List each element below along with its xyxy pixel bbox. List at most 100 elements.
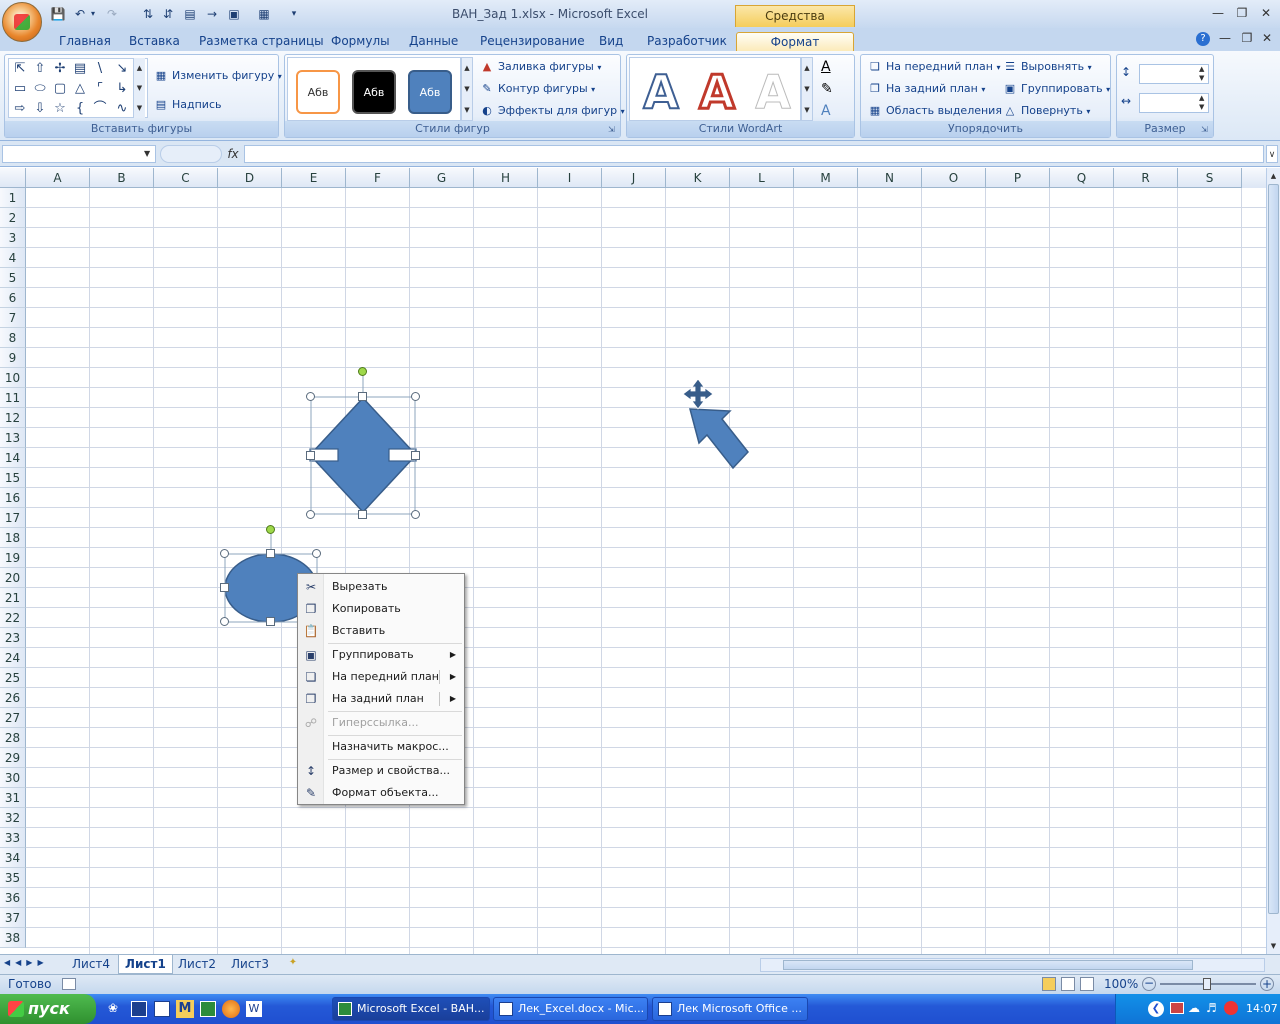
undo-icon[interactable]: ↶ [72, 6, 88, 22]
shape-effects-button[interactable]: ◐ Эффекты для фигур ▾ [479, 104, 624, 118]
clock[interactable]: 14:07 [1246, 1002, 1278, 1015]
diamond-handle-t[interactable] [358, 392, 367, 401]
horizontal-scrollbar[interactable] [760, 958, 1265, 972]
shape-styles-launcher-icon[interactable]: ⇲ [608, 125, 618, 135]
group-icon[interactable]: ▣ [226, 6, 242, 22]
menu-item-format-object[interactable]: ✎ Формат объекта... [298, 782, 464, 804]
shapes-gallery[interactable]: ⇱ ⇧ ✢ ▤ \ ↘ ▭ ⬭ ▢ △ ⌜ ↳ ⇨ ⇩ ☆ { ⌒ ∿ [8, 58, 148, 118]
height-spinner[interactable]: ▲ ▼ [1199, 65, 1204, 83]
tray-expand-icon[interactable]: ❮ [1148, 1001, 1164, 1017]
page-break-view-icon[interactable] [1080, 977, 1094, 991]
diamond-handle-r[interactable] [411, 451, 420, 460]
quicklaunch-butterfly-icon[interactable]: ❀ [108, 1001, 124, 1017]
sheet-tab-list1[interactable]: Лист1 [118, 955, 173, 974]
select-shape-icon[interactable]: ⇱ [11, 61, 29, 77]
sheet-nav-icons[interactable]: ◀◀▶▶ [4, 958, 49, 967]
restore-icon[interactable]: ❐ [1233, 5, 1251, 21]
doc-minimize-icon[interactable]: — [1216, 30, 1234, 46]
insert-function-button[interactable]: fx [222, 145, 244, 163]
diamond-handle-l[interactable] [306, 451, 315, 460]
ungroup-icon[interactable]: ▦ [256, 6, 272, 22]
tab-view[interactable]: Вид [595, 32, 627, 52]
close-icon[interactable]: ✕ [1257, 5, 1275, 21]
freeform-shape-icon[interactable]: ∿ [113, 101, 131, 117]
help-icon[interactable]: ? [1196, 32, 1210, 46]
taskbar-word2-button[interactable]: Лек Microsoft Office ... [652, 997, 808, 1021]
triangle-shape-icon[interactable]: △ [71, 81, 89, 97]
shape-outline-button[interactable]: ✎ Контур фигуры ▾ [479, 82, 595, 96]
wordart-style-2[interactable]: A [692, 65, 742, 120]
text-outline-icon[interactable]: ✎ [821, 81, 833, 97]
rotate-button[interactable]: △ Повернуть ▾ [1002, 104, 1091, 118]
tray-flag-icon[interactable] [1170, 1002, 1184, 1014]
formula-input[interactable] [244, 145, 1264, 163]
shape-style-blue[interactable]: Абв [408, 70, 452, 114]
zoom-level[interactable]: 100% [1104, 977, 1138, 991]
menu-item-size-properties[interactable]: ↕ Размер и свойства... [298, 760, 464, 782]
arrow-icon[interactable]: → [204, 6, 220, 22]
scroll-up-icon[interactable]: ▲ [1268, 170, 1279, 182]
quicklaunch-firefox-icon[interactable] [222, 1000, 240, 1018]
tab-developer[interactable]: Разработчик [643, 32, 731, 52]
vertical-scrollbar[interactable]: ▲ ▼ [1266, 168, 1280, 954]
textbox-button[interactable]: ▤ Надпись [153, 98, 222, 112]
zoom-slider-thumb[interactable] [1203, 978, 1211, 990]
sort-asc-icon[interactable]: ⇅ [140, 6, 156, 22]
text-effects-icon[interactable]: A [821, 103, 831, 119]
textbox-shape-icon[interactable]: ▤ [71, 61, 89, 77]
tab-review[interactable]: Рецензирование [476, 32, 589, 52]
down-arrow-shape-icon[interactable]: ⇩ [31, 101, 49, 117]
shape-style-black[interactable]: Абв [352, 70, 396, 114]
macro-record-icon[interactable] [62, 978, 76, 990]
menu-item-bring-front[interactable]: ❏ На передний план ▶ [298, 666, 464, 688]
quicklaunch-desktop-icon[interactable] [131, 1001, 147, 1017]
menu-item-send-back[interactable]: ❐ На задний план ▶ [298, 688, 464, 710]
diamond-shape[interactable] [308, 396, 418, 514]
wordart-scroll[interactable]: ▲ ▼ ▼ [801, 57, 813, 121]
selection-pane-button[interactable]: ▦ Область выделения [867, 104, 1002, 118]
diamond-handle-b[interactable] [358, 510, 367, 519]
form-icon[interactable]: ▤ [182, 6, 198, 22]
wordart-gallery[interactable]: A A A [629, 57, 801, 121]
tray-network-icon[interactable]: ☁ [1188, 1001, 1200, 1015]
save-icon[interactable]: 💾 [50, 6, 66, 22]
oval-shape-icon[interactable]: ⬭ [31, 81, 49, 97]
send-back-button[interactable]: ❐ На задний план ▾ [867, 82, 985, 96]
name-box[interactable] [2, 145, 156, 163]
ellipse-handle-tl[interactable] [220, 549, 229, 558]
name-box-dropdown-icon[interactable]: ▼ [144, 149, 150, 158]
menu-item-paste[interactable]: 📋 Вставить [298, 620, 464, 642]
diamond-rotate-handle[interactable] [358, 367, 367, 376]
sort-desc-icon[interactable]: ⇵ [160, 6, 176, 22]
ellipse-handle-b[interactable] [266, 617, 275, 626]
tab-data[interactable]: Данные [405, 32, 462, 52]
diamond-handle-tl[interactable] [306, 392, 315, 401]
width-spinner[interactable]: ▲ ▼ [1199, 94, 1204, 112]
scroll-down-icon[interactable]: ▼ [1268, 940, 1279, 952]
page-layout-view-icon[interactable] [1061, 977, 1075, 991]
undo-dropdown-icon[interactable]: ▾ [88, 6, 98, 22]
tab-formulas[interactable]: Формулы [327, 32, 394, 52]
ellipse-handle-tr[interactable] [312, 549, 321, 558]
minimize-icon[interactable]: — [1209, 5, 1227, 21]
shapes-gallery-scroll[interactable]: ▲ ▼ ▼ [133, 58, 145, 118]
curve-shape-icon[interactable]: ⌒ [91, 101, 109, 117]
formula-expand-icon[interactable]: ∨ [1266, 145, 1278, 163]
shape-styles-scroll[interactable]: ▲ ▼ ▼ [461, 57, 473, 121]
line-shape-icon[interactable]: \ [91, 61, 109, 77]
tray-antivirus-icon[interactable] [1224, 1001, 1238, 1015]
qat-customize-icon[interactable]: ▾ [286, 6, 302, 22]
brace-shape-icon[interactable]: { [71, 101, 89, 117]
sheet-tab-list2[interactable]: Лист2 [172, 955, 222, 974]
wordart-style-3[interactable]: A [748, 66, 798, 119]
diamond-handle-br[interactable] [411, 510, 420, 519]
diamond-handle-bl[interactable] [306, 510, 315, 519]
tab-insert[interactable]: Вставка [125, 32, 184, 52]
menu-item-group[interactable]: ▣ Группировать ▶ [298, 644, 464, 666]
diamond-handle-tr[interactable] [411, 392, 420, 401]
quicklaunch-w-icon[interactable]: W [246, 1001, 262, 1017]
insert-sheet-icon[interactable]: ✦ [284, 957, 302, 972]
ellipse-handle-bl[interactable] [220, 617, 229, 626]
tab-format[interactable]: Формат [736, 32, 854, 52]
text-fill-icon[interactable]: A [821, 59, 831, 75]
